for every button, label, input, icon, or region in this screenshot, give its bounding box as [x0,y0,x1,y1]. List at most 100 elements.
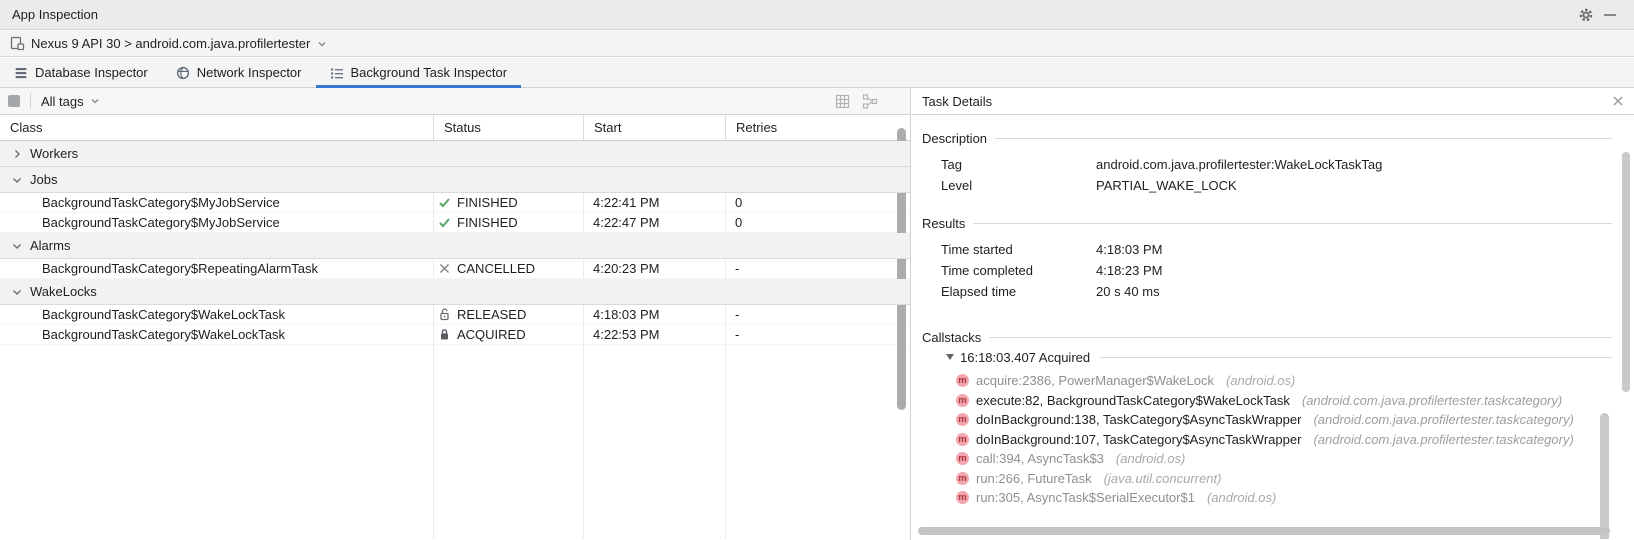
section-rule [1100,357,1612,358]
callstack-frame[interactable]: m run:305, AsyncTask$SerialExecutor$1 (an… [956,488,1634,508]
task-table-panel: All tags [0,88,911,540]
frame-package: (android.com.java.profilertester.taskcat… [1313,412,1573,427]
chevron-down-icon [316,38,328,50]
detail-value: 20 s 40 ms [1096,284,1160,299]
frame-text: execute:82, BackgroundTaskCategory$WakeL… [976,393,1290,408]
callstack-frame[interactable]: m acquire:2386, PowerManager$WakeLock(an… [956,371,1634,391]
table-header: Class Status Start Retries [0,115,910,141]
task-start: 4:22:41 PM [583,193,725,212]
detail-row: Elapsed time 20 s 40 ms [922,281,1634,302]
frame-text: run:305, AsyncTask$SerialExecutor$1 [976,490,1195,505]
group-row-wakelocks[interactable]: WakeLocks [0,279,910,305]
task-status: CANCELLED [457,261,535,276]
task-details-panel: Task Details Description Tag android.com… [912,88,1634,540]
details-vertical-scrollbar[interactable] [1622,152,1630,392]
group-label: Jobs [30,172,57,187]
task-row[interactable]: BackgroundTaskCategory$RepeatingAlarmTas… [0,259,910,279]
column-header-class[interactable]: Class [0,115,433,140]
toolbar-right-icons [835,94,902,109]
tab-database-inspector[interactable]: Database Inspector [0,58,162,87]
task-class: BackgroundTaskCategory$MyJobService [0,213,433,232]
graph-icon[interactable] [862,94,878,109]
close-icon[interactable] [1612,95,1624,107]
chevron-down-icon [89,95,101,107]
method-icon: m [956,413,969,426]
detail-row: Time started 4:18:03 PM [922,239,1634,260]
method-icon: m [956,374,969,387]
column-header-status[interactable]: Status [433,115,583,140]
frame-text: acquire:2386, PowerManager$WakeLock [976,373,1214,388]
section-label: Description [922,131,987,146]
frame-text: run:266, FutureTask [976,471,1092,486]
method-icon: m [956,491,969,504]
callstack-frame[interactable]: m execute:82, BackgroundTaskCategory$Wak… [956,391,1634,411]
tab-background-task-inspector[interactable]: Background Task Inspector [316,58,522,87]
callstack-frame[interactable]: m doInBackground:107, TaskCategory$Async… [956,430,1634,450]
callstacks-section-header: Callstacks [922,327,1634,347]
task-details-header: Task Details [912,88,1634,115]
tag-filter-label: All tags [41,94,84,109]
task-start: 4:22:47 PM [583,213,725,232]
device-process-label: Nexus 9 API 30 > android.com.java.profil… [31,36,310,51]
window-title: App Inspection [12,7,98,22]
task-row[interactable]: BackgroundTaskCategory$WakeLockTask ACQU… [0,325,910,345]
task-status: FINISHED [457,215,518,230]
frame-text: doInBackground:138, TaskCategory$AsyncTa… [976,412,1301,427]
task-row[interactable]: BackgroundTaskCategory$MyJobService FINI… [0,193,910,213]
task-details-title: Task Details [922,94,992,109]
task-status: FINISHED [457,195,518,210]
detail-label: Tag [941,157,1096,172]
tag-filter-dropdown[interactable]: All tags [41,94,101,109]
group-row-jobs[interactable]: Jobs [0,167,910,193]
group-label: WakeLocks [30,284,97,299]
column-header-start[interactable]: Start [583,115,725,140]
callstack-group-header[interactable]: 16:18:03.407 Acquired [922,347,1634,367]
task-class: BackgroundTaskCategory$RepeatingAlarmTas… [0,259,433,278]
toolbar-separator [30,93,31,109]
detail-label: Time completed [941,263,1096,278]
description-section-header: Description [922,128,1634,148]
device-bar[interactable]: Nexus 9 API 30 > android.com.java.profil… [0,31,1634,57]
column-header-retries[interactable]: Retries [725,115,910,140]
detail-value: PARTIAL_WAKE_LOCK [1096,178,1237,193]
grid-icon[interactable] [835,94,850,109]
method-icon: m [956,452,969,465]
description-rows: Tag android.com.java.profilertester:Wake… [922,154,1634,196]
gear-icon[interactable] [1574,3,1598,27]
minimize-icon[interactable] [1598,3,1622,27]
frame-package: (android.os) [1207,490,1276,505]
group-label: Workers [30,146,78,161]
chevron-down-icon [12,241,22,251]
task-retries: 0 [725,193,910,212]
task-status: ACQUIRED [457,327,526,342]
chevron-right-icon [12,149,22,159]
group-row-alarms[interactable]: Alarms [0,233,910,259]
callstack-frames: m acquire:2386, PowerManager$WakeLock (an… [922,371,1634,508]
task-status: RELEASED [457,307,526,322]
callstack-vertical-scrollbar[interactable] [1600,413,1609,539]
lock-open-icon [438,308,451,321]
tab-label: Database Inspector [35,65,148,80]
group-row-workers[interactable]: Workers [0,141,910,167]
section-rule [995,138,1612,139]
task-class: BackgroundTaskCategory$WakeLockTask [0,305,433,324]
lock-closed-icon [438,328,451,341]
tab-network-inspector[interactable]: Network Inspector [162,58,316,87]
task-retries: - [725,305,910,324]
callstack-frame[interactable]: m doInBackground:138, TaskCategory$Async… [956,410,1634,430]
task-start: 4:18:03 PM [583,305,725,324]
task-retries: - [725,325,910,344]
method-icon: m [956,394,969,407]
callstack-frame[interactable]: m call:394, AsyncTask$3(android.os) [956,449,1634,469]
callstack-frame[interactable]: m run:266, FutureTask(java.util.concurre… [956,469,1634,489]
details-horizontal-scrollbar[interactable] [918,527,1610,535]
detail-label: Time started [941,242,1096,257]
task-row[interactable]: BackgroundTaskCategory$MyJobService FINI… [0,213,910,233]
task-row[interactable]: BackgroundTaskCategory$WakeLockTask RELE… [0,305,910,325]
x-icon [438,262,451,275]
section-rule [989,337,1612,338]
database-icon [14,66,28,80]
stop-icon[interactable] [8,95,20,107]
section-label: Callstacks [922,330,981,345]
table-rows: Workers Jobs BackgroundTaskCategory$MyJo… [0,141,910,539]
